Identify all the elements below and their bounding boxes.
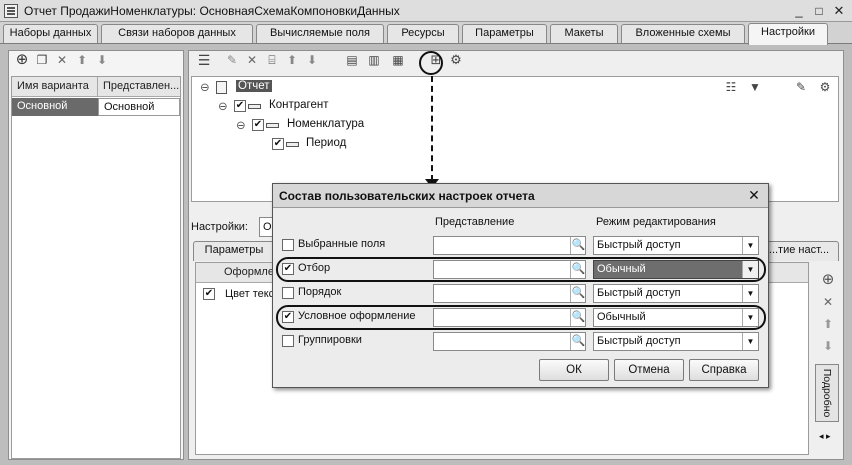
report-settings-icon[interactable]: ▦ bbox=[389, 51, 407, 69]
tree-item-label[interactable]: Номенклатура bbox=[287, 118, 364, 130]
user-settings-dialog: Состав пользовательских настроек отчета … bbox=[272, 183, 769, 388]
help-button[interactable]: Справка bbox=[689, 359, 759, 381]
presentation-input[interactable] bbox=[433, 284, 586, 303]
report-icon bbox=[216, 81, 227, 94]
cancel-button[interactable]: Отмена bbox=[614, 359, 684, 381]
collapse-icon[interactable]: ⊖ bbox=[200, 80, 210, 94]
column-presentation: Представление bbox=[435, 216, 515, 228]
checkbox[interactable]: ✔ bbox=[234, 100, 246, 112]
filter-icon[interactable]: ▼ bbox=[746, 78, 764, 96]
tree-item-label[interactable]: Контрагент bbox=[269, 99, 328, 111]
row-label: Группировки bbox=[298, 334, 362, 346]
grid-cell[interactable]: Цвет текс bbox=[220, 286, 274, 303]
move-up-icon[interactable]: ⬆ bbox=[73, 51, 91, 69]
settings-gear-icon[interactable]: ⚙ bbox=[816, 78, 834, 96]
move-up-icon[interactable]: ⬆ bbox=[283, 51, 301, 69]
search-icon[interactable]: 🔍 bbox=[570, 333, 586, 350]
checkbox[interactable] bbox=[282, 287, 294, 299]
title-bar: Отчет ПродажиНоменклатуры: ОсновнаяСхема… bbox=[0, 0, 852, 22]
copy-icon[interactable]: ❐ bbox=[33, 51, 51, 69]
highlight-circle bbox=[419, 51, 443, 75]
add-icon[interactable]: ⊕ bbox=[13, 51, 31, 69]
grouping-icon bbox=[286, 142, 299, 147]
mode-select[interactable]: Быстрый доступ bbox=[593, 236, 759, 255]
variants-toolbar: ⊕ ❐ ✕ ⬆ ⬇ bbox=[11, 51, 181, 71]
tab-data-set-links[interactable]: Связи наборов данных bbox=[101, 24, 253, 43]
search-icon[interactable]: 🔍 bbox=[570, 237, 586, 254]
column-variant-name[interactable]: Имя варианта bbox=[12, 77, 98, 97]
settings-label: Настройки: bbox=[191, 221, 248, 233]
checkbox[interactable]: ✔ bbox=[252, 119, 264, 131]
move-down-icon[interactable]: ⬇ bbox=[303, 51, 321, 69]
tab-parameters[interactable]: Параметры bbox=[462, 24, 547, 43]
add-icon[interactable]: ⊕ bbox=[819, 271, 837, 289]
row-label: Выбранные поля bbox=[298, 238, 386, 250]
highlight-oval bbox=[276, 305, 766, 330]
row-label: Порядок bbox=[298, 286, 342, 298]
structure-toolbar: ☰ ✎ ✕ ⌸ ⬆ ⬇ ▤ ▥ ▦ ⊞ ⚙ bbox=[193, 51, 493, 71]
checkbox[interactable] bbox=[282, 335, 294, 347]
variant-presentation-cell[interactable]: Основной bbox=[98, 98, 180, 116]
checkbox[interactable]: ✔ bbox=[272, 138, 284, 150]
grouping-icon bbox=[266, 123, 279, 128]
variant-name-cell[interactable]: Основной bbox=[12, 98, 98, 116]
column-edit-mode: Режим редактирования bbox=[596, 216, 716, 228]
variants-panel: ⊕ ❐ ✕ ⬆ ⬇ Имя варианта Представлен... Ос… bbox=[8, 50, 184, 460]
settings-gear-icon[interactable]: ⚙ bbox=[447, 51, 465, 69]
ok-button[interactable]: ОК bbox=[539, 359, 609, 381]
tree-item-label[interactable]: Период bbox=[306, 137, 346, 149]
move-down-icon[interactable]: ⬇ bbox=[93, 51, 111, 69]
delete-icon[interactable]: ✕ bbox=[53, 51, 71, 69]
grouping-icon bbox=[248, 104, 261, 109]
details-tab-label: Подробно bbox=[821, 368, 833, 418]
edit-icon[interactable]: ✎ bbox=[223, 51, 241, 69]
presentation-input[interactable] bbox=[433, 332, 586, 351]
minimize-icon[interactable]: _ bbox=[791, 3, 807, 19]
chevron-down-icon[interactable]: ▼ bbox=[742, 285, 758, 302]
subtab-parameters[interactable]: Параметры bbox=[193, 241, 275, 261]
tab-resources[interactable]: Ресурсы bbox=[387, 24, 459, 43]
delete-icon[interactable]: ✕ bbox=[243, 51, 261, 69]
close-icon[interactable]: ✕ bbox=[746, 187, 762, 203]
move-down-icon[interactable]: ⬇ bbox=[819, 337, 837, 355]
collapse-icon[interactable]: ⊖ bbox=[236, 118, 246, 132]
tab-nested-schemas[interactable]: Вложенные схемы bbox=[621, 24, 745, 43]
collapse-icon[interactable]: ⊖ bbox=[218, 99, 228, 113]
edit-settings-icon[interactable]: ✎ bbox=[792, 78, 810, 96]
details-tab[interactable]: Подробно bbox=[815, 364, 839, 422]
schema-tabs: Наборы данных Связи наборов данных Вычис… bbox=[0, 22, 852, 45]
subtab-other-settings[interactable]: ...тие наст... bbox=[759, 241, 839, 261]
tree-root-label[interactable]: Отчет bbox=[236, 80, 272, 92]
move-up-icon[interactable]: ⬆ bbox=[819, 315, 837, 333]
checkbox[interactable]: ✔ bbox=[203, 288, 215, 300]
column-variant-presentation[interactable]: Представлен... bbox=[98, 77, 180, 97]
dialog-title: Состав пользовательских настроек отчета bbox=[273, 184, 768, 208]
variants-grid: Имя варианта Представлен... Основной Осн… bbox=[11, 76, 181, 459]
list-icon[interactable]: ☷ bbox=[722, 78, 740, 96]
chevron-down-icon[interactable]: ▼ bbox=[742, 333, 758, 350]
ungroup-icon[interactable]: ▥ bbox=[365, 51, 383, 69]
group-icon[interactable]: ▤ bbox=[343, 51, 361, 69]
pointer-arrow bbox=[431, 76, 433, 181]
mode-select[interactable]: Быстрый доступ bbox=[593, 284, 759, 303]
app-icon bbox=[4, 4, 18, 18]
tab-calculated-fields[interactable]: Вычисляемые поля bbox=[256, 24, 384, 43]
checkbox[interactable] bbox=[282, 239, 294, 251]
tab-templates[interactable]: Макеты bbox=[550, 24, 618, 43]
chevron-down-icon[interactable]: ▼ bbox=[742, 237, 758, 254]
highlight-oval bbox=[276, 257, 766, 282]
search-icon[interactable]: 🔍 bbox=[570, 285, 586, 302]
add-grouping-icon[interactable]: ☰ bbox=[195, 51, 213, 69]
edit-properties-icon[interactable]: ⌸ bbox=[263, 51, 281, 69]
window-title: Отчет ПродажиНоменклатуры: ОсновнаяСхема… bbox=[24, 4, 400, 18]
mode-select[interactable]: Быстрый доступ bbox=[593, 332, 759, 351]
tab-data-sets[interactable]: Наборы данных bbox=[3, 24, 98, 43]
maximize-icon[interactable]: □ bbox=[811, 3, 827, 19]
close-icon[interactable]: ✕ bbox=[831, 3, 847, 19]
presentation-input[interactable] bbox=[433, 236, 586, 255]
tab-settings[interactable]: Настройки bbox=[748, 23, 828, 45]
delete-icon[interactable]: ✕ bbox=[819, 293, 837, 311]
scroll-arrows[interactable]: ◂ ▸ bbox=[819, 431, 831, 442]
